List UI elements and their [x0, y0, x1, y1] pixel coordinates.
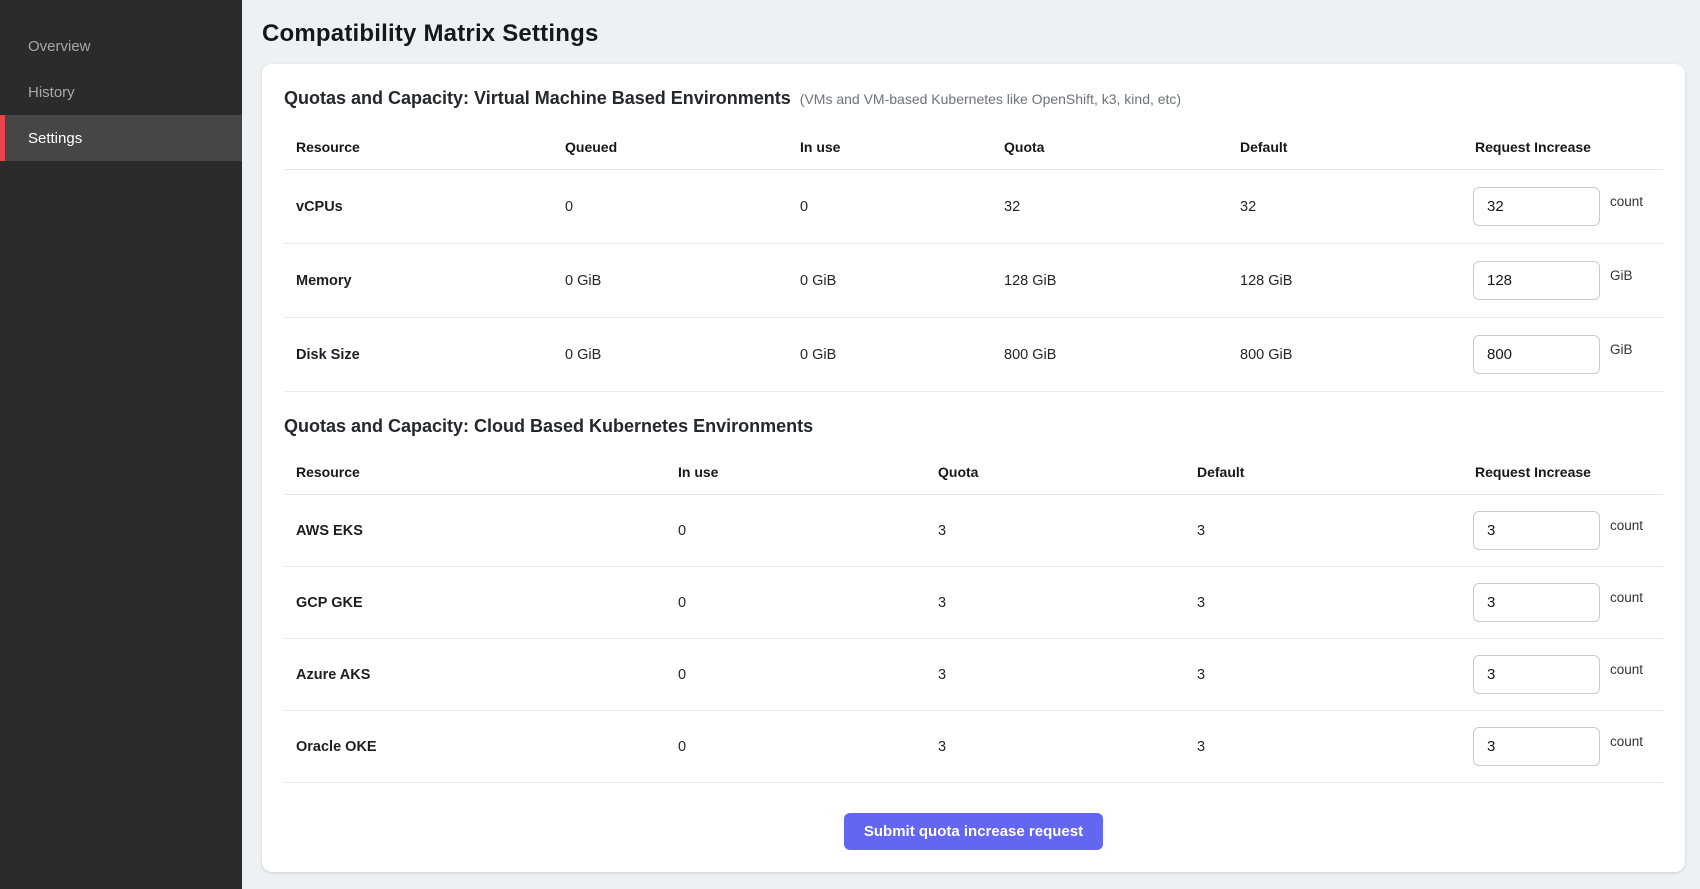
- unit-label: GiB: [1610, 342, 1633, 357]
- vm-table-row: vCPUs 0 0 32 32 count: [284, 170, 1663, 244]
- queued-value: 0 GiB: [553, 347, 788, 363]
- unit-label: GiB: [1610, 268, 1633, 283]
- resource-name: Memory: [284, 273, 553, 289]
- in-use-value: 0: [666, 739, 926, 755]
- request-increase-input[interactable]: [1473, 655, 1600, 694]
- default-value: 128 GiB: [1228, 273, 1463, 289]
- quota-value: 3: [926, 667, 1185, 683]
- main-content: Compatibility Matrix Settings Quotas and…: [242, 0, 1700, 889]
- vm-section-title: Quotas and Capacity: Virtual Machine Bas…: [284, 86, 791, 110]
- quota-value: 128 GiB: [992, 273, 1228, 289]
- request-increase-input[interactable]: [1473, 261, 1600, 300]
- request-increase-cell: count: [1463, 511, 1663, 550]
- in-use-value: 0: [788, 199, 992, 215]
- col-header-quota: Quota: [992, 139, 1228, 155]
- col-header-in-use: In use: [788, 139, 992, 155]
- col-header-default: Default: [1185, 464, 1463, 480]
- sidebar-item-label: Settings: [28, 130, 82, 147]
- resource-name: AWS EKS: [284, 523, 666, 539]
- request-increase-cell: count: [1463, 655, 1663, 694]
- default-value: 3: [1185, 667, 1463, 683]
- queued-value: 0 GiB: [553, 273, 788, 289]
- col-header-resource: Resource: [284, 139, 553, 155]
- request-increase-cell: count: [1463, 727, 1663, 766]
- request-increase-cell: count: [1463, 583, 1663, 622]
- sidebar-item-history[interactable]: History: [0, 69, 242, 115]
- unit-label: count: [1610, 590, 1643, 605]
- resource-name: Disk Size: [284, 347, 553, 363]
- sidebar-item-label: Overview: [28, 38, 91, 55]
- col-header-in-use: In use: [666, 464, 926, 480]
- request-increase-cell: count: [1463, 187, 1663, 226]
- quota-value: 800 GiB: [992, 347, 1228, 363]
- submit-row: Submit quota increase request: [284, 783, 1663, 850]
- submit-quota-increase-button[interactable]: Submit quota increase request: [844, 813, 1103, 850]
- sidebar-item-overview[interactable]: Overview: [0, 23, 242, 69]
- col-header-quota: Quota: [926, 464, 1185, 480]
- cloud-table-row: Oracle OKE 0 3 3 count: [284, 711, 1663, 783]
- cloud-table-header: Resource In use Quota Default Request In…: [284, 438, 1663, 495]
- default-value: 3: [1185, 523, 1463, 539]
- col-header-request-increase: Request Increase: [1463, 464, 1663, 480]
- in-use-value: 0 GiB: [788, 273, 992, 289]
- cloud-section-heading: Quotas and Capacity: Cloud Based Kuberne…: [284, 414, 1663, 438]
- unit-label: count: [1610, 518, 1643, 533]
- vm-section-subtitle: (VMs and VM-based Kubernetes like OpenSh…: [800, 87, 1181, 111]
- resource-name: Azure AKS: [284, 667, 666, 683]
- cloud-table-row: GCP GKE 0 3 3 count: [284, 567, 1663, 639]
- sidebar: Overview History Settings: [0, 0, 242, 889]
- default-value: 32: [1228, 199, 1463, 215]
- quota-value: 3: [926, 523, 1185, 539]
- col-header-queued: Queued: [553, 139, 788, 155]
- cloud-table-row: AWS EKS 0 3 3 count: [284, 495, 1663, 567]
- request-increase-cell: GiB: [1463, 261, 1663, 300]
- vm-table-row: Disk Size 0 GiB 0 GiB 800 GiB 800 GiB Gi…: [284, 318, 1663, 392]
- quota-value: 32: [992, 199, 1228, 215]
- request-increase-input[interactable]: [1473, 583, 1600, 622]
- vm-table-header: Resource Queued In use Quota Default Req…: [284, 111, 1663, 170]
- in-use-value: 0 GiB: [788, 347, 992, 363]
- request-increase-input[interactable]: [1473, 511, 1600, 550]
- unit-label: count: [1610, 194, 1643, 209]
- request-increase-input[interactable]: [1473, 727, 1600, 766]
- queued-value: 0: [553, 199, 788, 215]
- request-increase-input[interactable]: [1473, 187, 1600, 226]
- in-use-value: 0: [666, 523, 926, 539]
- page-title: Compatibility Matrix Settings: [262, 20, 1685, 48]
- resource-name: vCPUs: [284, 199, 553, 215]
- resource-name: Oracle OKE: [284, 739, 666, 755]
- resource-name: GCP GKE: [284, 595, 666, 611]
- request-increase-input[interactable]: [1473, 335, 1600, 374]
- sidebar-item-settings[interactable]: Settings: [0, 115, 242, 161]
- unit-label: count: [1610, 734, 1643, 749]
- vm-table-row: Memory 0 GiB 0 GiB 128 GiB 128 GiB GiB: [284, 244, 1663, 318]
- default-value: 3: [1185, 739, 1463, 755]
- cloud-section-title: Quotas and Capacity: Cloud Based Kuberne…: [284, 414, 813, 438]
- quota-settings-card: Quotas and Capacity: Virtual Machine Bas…: [262, 64, 1685, 872]
- col-header-request-increase: Request Increase: [1463, 139, 1663, 155]
- quota-value: 3: [926, 739, 1185, 755]
- col-header-default: Default: [1228, 139, 1463, 155]
- unit-label: count: [1610, 662, 1643, 677]
- col-header-resource: Resource: [284, 464, 666, 480]
- in-use-value: 0: [666, 667, 926, 683]
- vm-section-heading: Quotas and Capacity: Virtual Machine Bas…: [284, 86, 1663, 111]
- sidebar-item-label: History: [28, 84, 75, 101]
- default-value: 800 GiB: [1228, 347, 1463, 363]
- cloud-table-row: Azure AKS 0 3 3 count: [284, 639, 1663, 711]
- in-use-value: 0: [666, 595, 926, 611]
- default-value: 3: [1185, 595, 1463, 611]
- quota-value: 3: [926, 595, 1185, 611]
- request-increase-cell: GiB: [1463, 335, 1663, 374]
